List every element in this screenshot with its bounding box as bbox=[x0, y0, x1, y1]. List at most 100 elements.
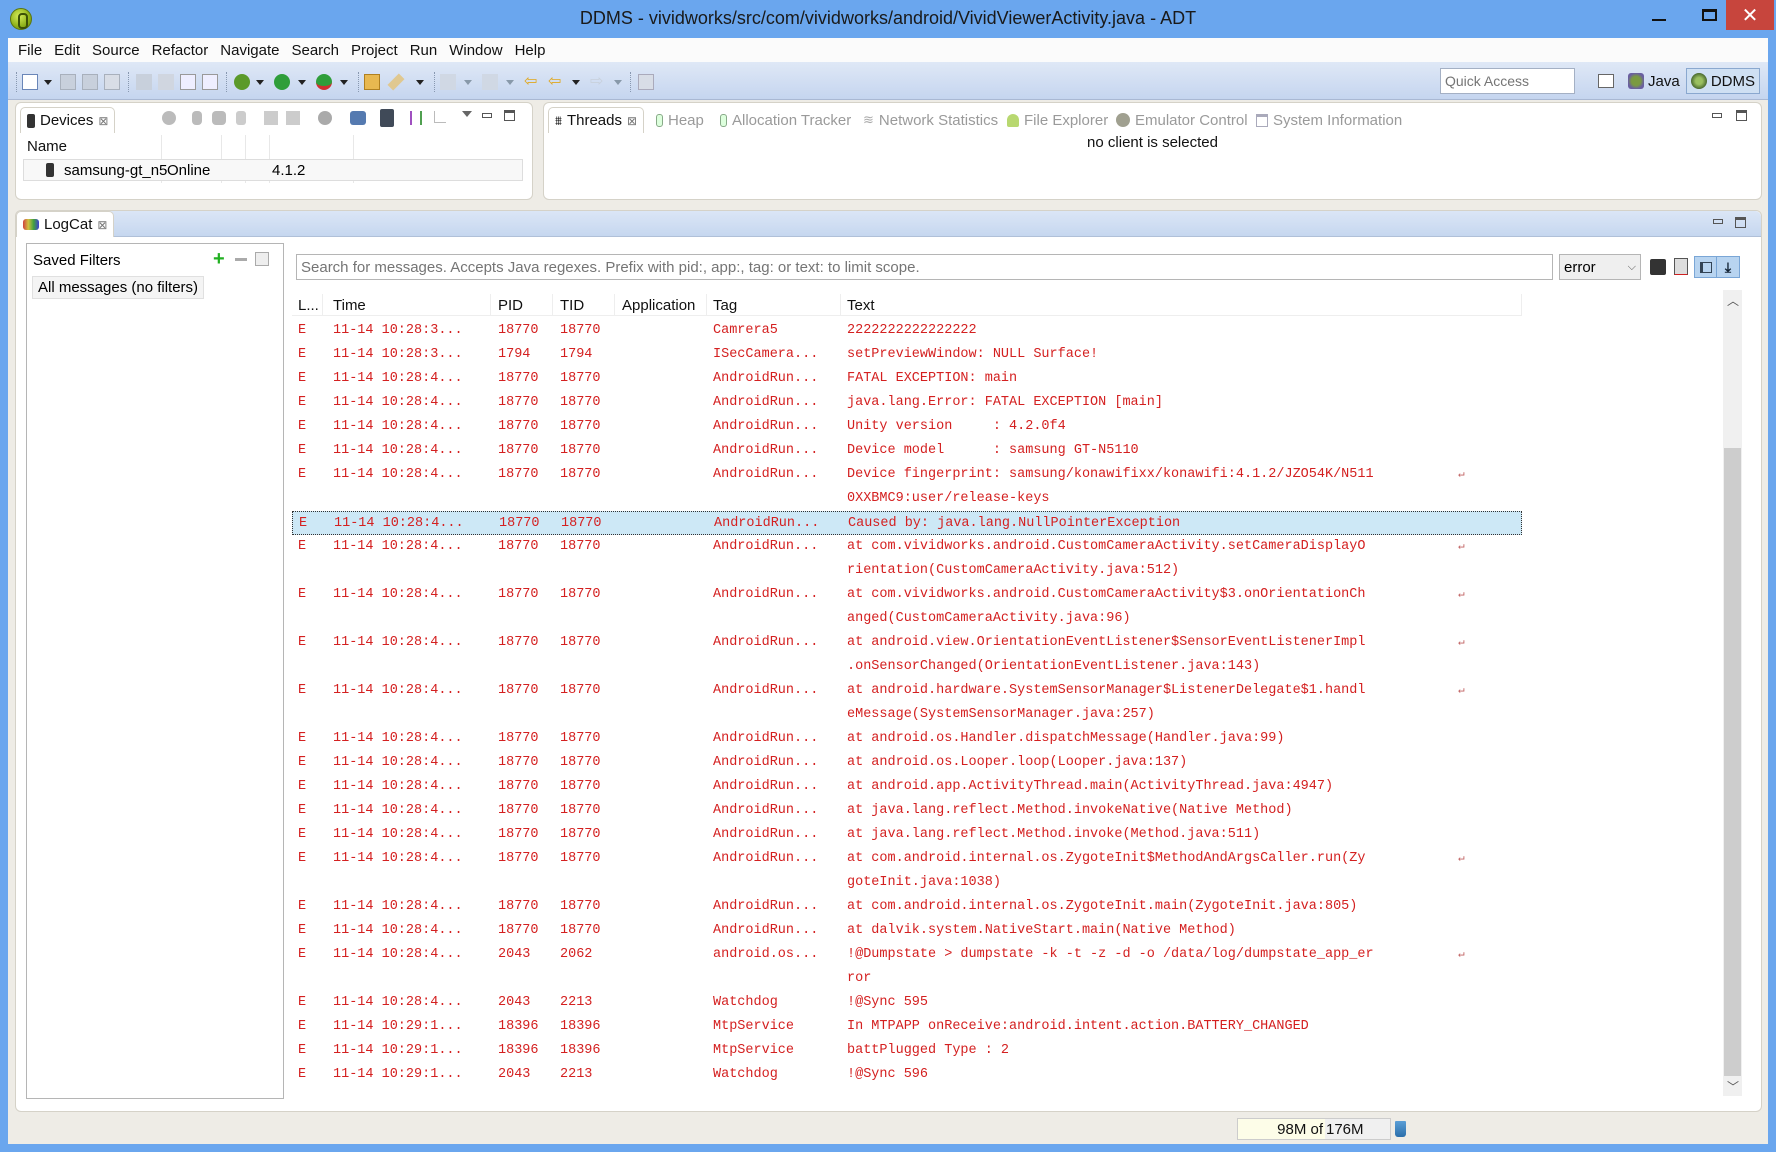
last-edit-location-icon[interactable]: ⇦ bbox=[524, 74, 540, 90]
block-selection-icon[interactable] bbox=[180, 74, 196, 90]
log-row[interactable]: E 11-14 10:29:1... 2043 2213 Watchdog !@Sync … bbox=[292, 1063, 1522, 1087]
column-divider[interactable] bbox=[552, 294, 553, 316]
column-divider[interactable] bbox=[706, 294, 707, 316]
log-row[interactable]: E 11-14 10:28:4... 18770 18770 AndroidRun...… bbox=[292, 895, 1522, 919]
column-pid[interactable]: PID bbox=[498, 297, 523, 314]
minimize-view-icon[interactable] bbox=[1713, 219, 1723, 224]
search-icon[interactable] bbox=[387, 73, 405, 91]
start-method-profiling-icon[interactable] bbox=[286, 111, 300, 125]
update-heap-icon[interactable] bbox=[192, 111, 202, 125]
log-row[interactable]: E 11-14 10:28:4... 18770 18770 AndroidRun...… bbox=[292, 751, 1522, 775]
column-time[interactable]: Time bbox=[333, 297, 366, 314]
save-icon[interactable] bbox=[60, 74, 76, 90]
save-all-icon[interactable] bbox=[82, 74, 98, 90]
menu-edit[interactable]: Edit bbox=[48, 42, 86, 59]
column-divider[interactable] bbox=[1521, 294, 1522, 316]
debug-dropdown-icon[interactable] bbox=[256, 80, 264, 85]
log-level-select[interactable]: error ⌵ bbox=[1559, 254, 1641, 280]
run-dropdown-icon[interactable] bbox=[298, 80, 306, 85]
log-row[interactable]: E 11-14 10:29:1... 18396 18396 MtpService bat… bbox=[292, 1039, 1522, 1063]
pin-editor-icon[interactable] bbox=[638, 74, 654, 90]
view-menu-icon[interactable] bbox=[462, 111, 472, 117]
tab-system-information[interactable]: System Information bbox=[1250, 107, 1408, 133]
screen-capture-icon[interactable] bbox=[350, 111, 366, 125]
forward-dropdown-icon[interactable] bbox=[614, 80, 622, 85]
log-row[interactable]: E 11-14 10:28:4... 2043 2062 android.os... !@… bbox=[292, 943, 1522, 991]
log-row[interactable]: E 11-14 10:28:4... 18770 18770 AndroidRun...… bbox=[292, 679, 1522, 727]
external-tools-icon[interactable] bbox=[316, 74, 332, 90]
debug-process-icon[interactable] bbox=[162, 111, 176, 125]
open-perspective-icon[interactable] bbox=[1598, 74, 1614, 88]
log-row[interactable]: E 11-14 10:28:4... 18770 18770 AndroidRun...… bbox=[292, 367, 1522, 391]
log-row[interactable]: E 11-14 10:28:4... 18770 18770 AndroidRun...… bbox=[292, 631, 1522, 679]
log-row[interactable]: E 11-14 10:28:4... 18770 18770 AndroidRun...… bbox=[292, 463, 1522, 511]
next-annotation-icon[interactable] bbox=[440, 74, 456, 90]
log-row[interactable]: E 11-14 10:28:4... 18770 18770 AndroidRun...… bbox=[292, 415, 1522, 439]
open-type-icon[interactable] bbox=[364, 74, 380, 90]
previous-annotation-dropdown-icon[interactable] bbox=[506, 80, 514, 85]
add-filter-icon[interactable]: + bbox=[213, 248, 225, 271]
back-dropdown-icon[interactable] bbox=[572, 80, 580, 85]
log-row[interactable]: E 11-14 10:29:1... 18396 18396 MtpService In … bbox=[292, 1015, 1522, 1039]
menu-file[interactable]: File bbox=[12, 42, 48, 59]
log-row[interactable]: E 11-14 10:28:4... 18770 18770 AndroidRun...… bbox=[292, 799, 1522, 823]
menu-help[interactable]: Help bbox=[509, 42, 552, 59]
column-tid[interactable]: TID bbox=[560, 297, 584, 314]
scroll-down-arrow-icon[interactable]: ﹀ bbox=[1727, 1078, 1739, 1095]
systrace-icon[interactable] bbox=[410, 111, 422, 125]
close-icon[interactable]: ⊠ bbox=[98, 114, 108, 128]
menu-run[interactable]: Run bbox=[404, 42, 444, 59]
logcat-search-input[interactable] bbox=[296, 254, 1553, 280]
back-icon[interactable]: ⇦ bbox=[548, 74, 564, 90]
log-row[interactable]: E 11-14 10:28:3... 1794 1794 ISecCamera... se… bbox=[292, 343, 1522, 367]
edit-filter-icon[interactable] bbox=[255, 252, 269, 266]
maximize-view-icon[interactable] bbox=[1735, 217, 1746, 228]
log-row[interactable]: E 11-14 10:28:4... 18770 18770 AndroidRun...… bbox=[292, 823, 1522, 847]
save-log-icon[interactable] bbox=[1650, 259, 1666, 275]
stop-process-icon[interactable] bbox=[318, 111, 332, 125]
log-row[interactable]: E 11-14 10:28:4... 18770 18770 AndroidRun...… bbox=[292, 775, 1522, 799]
log-row[interactable]: E 11-14 10:28:4... 2043 2213 Watchdog !@Sync … bbox=[292, 991, 1522, 1015]
column-divider[interactable] bbox=[490, 294, 491, 316]
close-icon[interactable]: ⊠ bbox=[627, 114, 637, 128]
forward-icon[interactable]: ⇨ bbox=[590, 74, 606, 90]
column-tag[interactable]: Tag bbox=[713, 297, 737, 314]
filter-item-all-messages[interactable]: All messages (no filters) bbox=[32, 276, 205, 299]
log-row[interactable]: E 11-14 10:28:4... 18770 18770 AndroidRun...… bbox=[292, 847, 1522, 895]
devices-column-name[interactable]: Name bbox=[27, 138, 67, 155]
search-dropdown-icon[interactable] bbox=[416, 80, 424, 85]
tab-logcat[interactable]: LogCat ⊠ bbox=[16, 211, 115, 237]
menu-refactor[interactable]: Refactor bbox=[146, 42, 215, 59]
log-row[interactable]: E 11-14 10:28:4... 18770 18770 AndroidRun...… bbox=[292, 439, 1522, 463]
log-row[interactable]: E 11-14 10:28:3... 18770 18770 Camrera5 22222… bbox=[292, 319, 1522, 343]
external-tools-dropdown-icon[interactable] bbox=[340, 80, 348, 85]
menu-search[interactable]: Search bbox=[285, 42, 345, 59]
menu-source[interactable]: Source bbox=[86, 42, 146, 59]
maximize-view-icon[interactable] bbox=[504, 110, 515, 121]
column-divider[interactable] bbox=[322, 294, 323, 316]
minimize-view-icon[interactable] bbox=[482, 113, 492, 118]
run-gc-trash-icon[interactable] bbox=[1395, 1121, 1406, 1137]
log-row[interactable]: E 11-14 10:28:4... 18770 18770 AndroidRun...… bbox=[292, 391, 1522, 415]
print-icon[interactable] bbox=[104, 74, 120, 90]
next-annotation-dropdown-icon[interactable] bbox=[464, 80, 472, 85]
close-icon[interactable]: ⊠ bbox=[97, 218, 107, 232]
remove-filter-icon[interactable] bbox=[235, 258, 247, 261]
scroll-up-icon[interactable]: ︿ bbox=[1727, 292, 1739, 309]
log-row[interactable]: E 11-14 10:28:4... 18770 18770 AndroidRun...… bbox=[292, 727, 1522, 751]
show-whitespace-icon[interactable] bbox=[202, 74, 218, 90]
tab-devices[interactable]: Devices ⊠ bbox=[20, 107, 116, 133]
menu-project[interactable]: Project bbox=[345, 42, 404, 59]
device-row[interactable]: samsung-gt_n5 Online 4.1.2 bbox=[23, 159, 523, 181]
debug-icon[interactable] bbox=[234, 74, 250, 90]
perspective-ddms-button[interactable]: DDMS bbox=[1686, 68, 1760, 94]
perspective-java-button[interactable]: Java bbox=[1624, 68, 1684, 94]
minimize-button[interactable] bbox=[1636, 0, 1682, 30]
close-button[interactable]: ✕ bbox=[1726, 0, 1774, 30]
log-row[interactable]: E 11-14 10:28:4... 18770 18770 AndroidRun...… bbox=[292, 535, 1522, 583]
quick-access-input[interactable] bbox=[1440, 68, 1575, 94]
column-application[interactable]: Application bbox=[622, 297, 695, 314]
column-divider[interactable] bbox=[614, 294, 615, 316]
new-dropdown-icon[interactable] bbox=[44, 80, 52, 85]
previous-annotation-icon[interactable] bbox=[482, 74, 498, 90]
